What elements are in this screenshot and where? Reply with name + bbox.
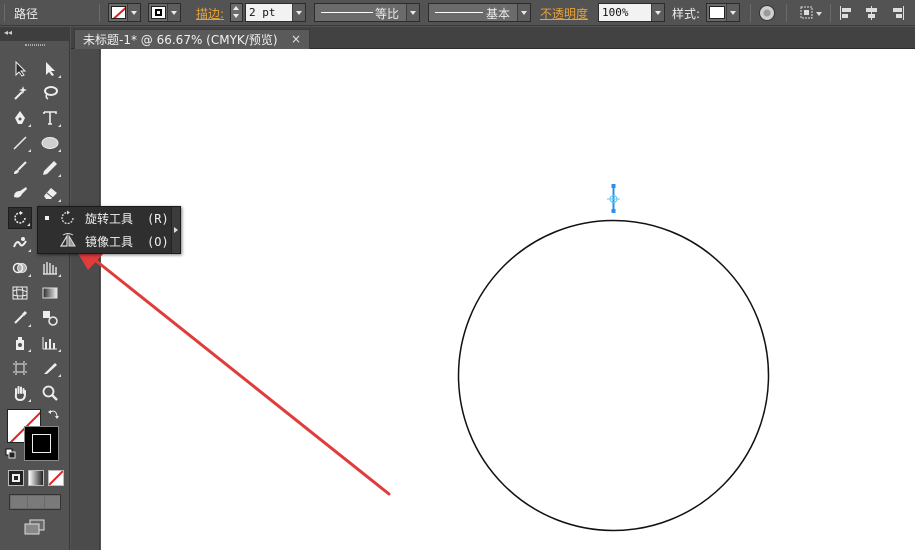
opacity-label[interactable]: 不透明度 xyxy=(540,5,588,22)
pen-tool-icon[interactable] xyxy=(8,107,32,129)
gradient-mode-button[interactable] xyxy=(28,470,44,486)
color-mode-button[interactable] xyxy=(8,470,24,486)
stroke-swatch-large[interactable] xyxy=(24,426,59,461)
stroke-weight-input[interactable]: 2 pt xyxy=(245,3,293,22)
isolate-group-icon[interactable] xyxy=(799,5,823,21)
paintbrush-tool-icon[interactable] xyxy=(8,157,32,179)
drawing-modes xyxy=(9,494,61,510)
opacity-dropdown[interactable] xyxy=(651,3,665,22)
canvas-left-gutter xyxy=(71,27,100,550)
ellipse-tool-icon[interactable] xyxy=(38,132,62,154)
separator xyxy=(99,4,100,22)
separator xyxy=(750,4,751,22)
flyout-item-reflect[interactable]: 镜像工具 (O) xyxy=(38,230,172,253)
align-left-icon[interactable] xyxy=(838,5,854,21)
symbol-sprayer-tool-icon[interactable] xyxy=(8,332,32,354)
document-tab[interactable]: 未标题-1* @ 66.67% (CMYK/预览) × xyxy=(74,29,310,49)
draw-behind-button[interactable] xyxy=(28,496,44,508)
line-segment-tool-icon[interactable] xyxy=(8,132,32,154)
collapse-panel-icon[interactable]: ◂◂ xyxy=(4,28,12,37)
zoom-tool-icon[interactable] xyxy=(38,382,62,404)
draw-normal-button[interactable] xyxy=(11,496,27,508)
swap-fill-stroke-icon[interactable] xyxy=(48,408,60,420)
none-mode-button[interactable] xyxy=(48,470,64,486)
selected-bullet-icon xyxy=(45,216,49,220)
type-tool-icon[interactable] xyxy=(38,107,62,129)
artboard-tool-icon[interactable] xyxy=(8,357,32,379)
brush-definition-dropdown[interactable]: 基本 xyxy=(428,3,531,22)
perspective-grid-tool-icon[interactable] xyxy=(38,257,62,279)
stroke-weight-spinner[interactable] xyxy=(230,3,243,22)
warp-tool-icon[interactable] xyxy=(8,232,32,254)
align-right-icon[interactable] xyxy=(890,5,906,21)
shape-builder-tool-icon[interactable] xyxy=(8,257,32,279)
tools-panel-header[interactable]: ◂◂ xyxy=(0,27,70,41)
stroke-swatch xyxy=(151,6,166,19)
mesh-tool-icon[interactable] xyxy=(8,282,32,304)
blend-tool-icon[interactable] xyxy=(38,307,62,329)
eyedropper-tool-icon[interactable] xyxy=(8,307,32,329)
flyout-item-shortcut: (R) xyxy=(147,211,169,226)
document-tab-title: 未标题-1* @ 66.67% (CMYK/预览) xyxy=(83,33,278,47)
control-bar: 路径 描边: 2 pt 等比 基本 不透明度 100% 样式: xyxy=(0,0,915,26)
width-profile-dropdown[interactable]: 等比 xyxy=(314,3,420,22)
fill-none-swatch xyxy=(111,6,126,19)
fill-color-dropdown[interactable] xyxy=(108,3,141,22)
gradient-tool-icon[interactable] xyxy=(38,282,62,304)
close-tab-icon[interactable]: × xyxy=(291,32,301,46)
lasso-tool-icon[interactable] xyxy=(38,82,62,104)
reflect-icon xyxy=(59,233,77,249)
direct-selection-tool-icon[interactable] xyxy=(38,58,62,80)
flyout-item-label: 镜像工具 xyxy=(85,235,134,249)
style-label: 样式: xyxy=(672,6,701,21)
tools-panel-grip[interactable] xyxy=(0,41,70,49)
artboard-canvas[interactable] xyxy=(101,49,915,550)
panel-grip[interactable] xyxy=(4,4,5,22)
rotate-icon xyxy=(59,210,77,226)
rotate-tool-icon[interactable] xyxy=(8,207,32,229)
rotate-tool-flyout: 旋转工具 (R) 镜像工具 (O) xyxy=(37,206,181,254)
object-type-label: 路径 xyxy=(14,6,39,21)
opacity-input[interactable]: 100% xyxy=(598,3,652,22)
document-tab-bar: 未标题-1* @ 66.67% (CMYK/预览) × xyxy=(71,27,915,49)
blob-brush-tool-icon[interactable] xyxy=(8,182,32,204)
eraser-tool-icon[interactable] xyxy=(38,182,62,204)
align-center-icon[interactable] xyxy=(864,5,880,21)
graphic-style-dropdown[interactable] xyxy=(706,3,740,22)
stroke-label[interactable]: 描边: xyxy=(196,5,224,22)
brush-definition-label: 基本 xyxy=(486,7,511,21)
hand-tool-icon[interactable] xyxy=(8,382,32,404)
selection-tool-icon[interactable] xyxy=(8,58,32,80)
flyout-item-shortcut: (O) xyxy=(147,234,169,249)
column-graph-tool-icon[interactable] xyxy=(38,332,62,354)
stroke-weight-dropdown[interactable] xyxy=(292,3,306,22)
default-fill-stroke-icon[interactable] xyxy=(5,448,17,460)
separator xyxy=(830,4,831,22)
magic-wand-tool-icon[interactable] xyxy=(8,82,32,104)
separator xyxy=(786,4,787,22)
slice-tool-icon[interactable] xyxy=(38,357,62,379)
flyout-tearoff-button[interactable] xyxy=(171,207,180,253)
width-profile-label: 等比 xyxy=(375,7,400,21)
flyout-item-label: 旋转工具 xyxy=(85,212,134,226)
draw-inside-button[interactable] xyxy=(45,496,60,508)
pencil-tool-icon[interactable] xyxy=(38,157,62,179)
tools-panel: ◂◂ xyxy=(0,27,70,550)
graphic-style-swatch xyxy=(709,6,725,19)
recolor-artwork-icon[interactable] xyxy=(759,5,775,21)
flyout-item-rotate[interactable]: 旋转工具 (R) xyxy=(38,207,172,230)
stroke-color-dropdown[interactable] xyxy=(148,3,181,22)
screen-mode-icon[interactable] xyxy=(24,519,46,535)
